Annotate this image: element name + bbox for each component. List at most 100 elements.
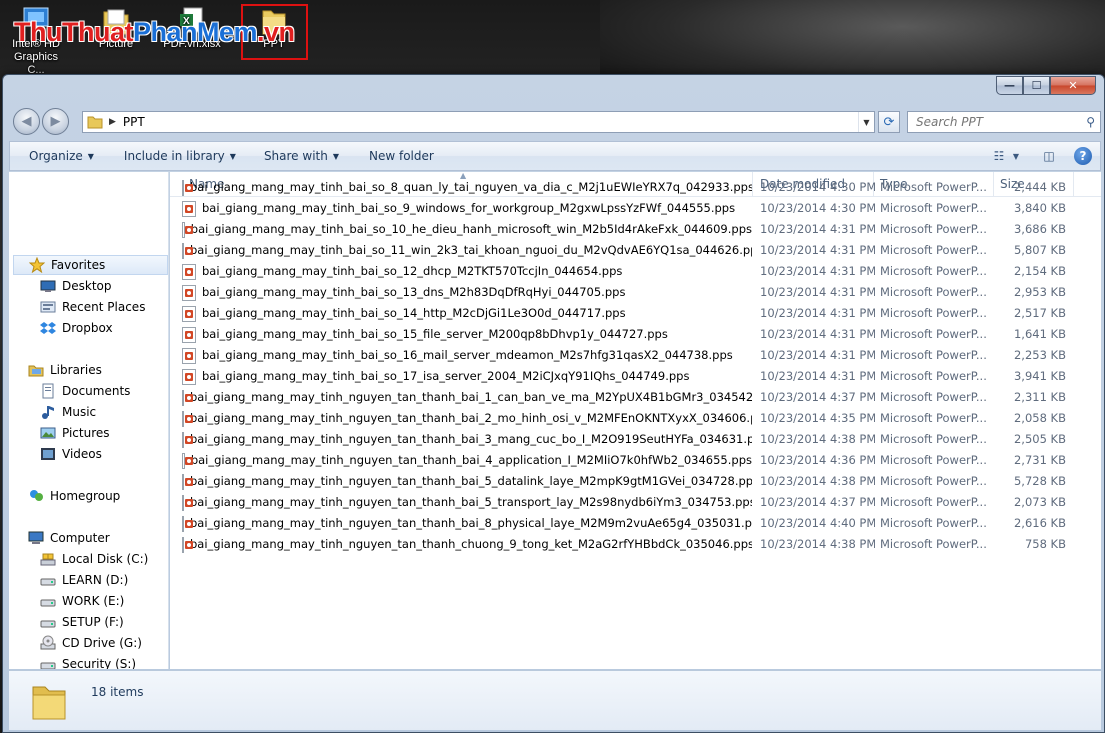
file-type: Microsoft PowerP... [880,408,990,429]
minimize-icon: — [1004,79,1015,92]
address-dropdown-button[interactable]: ▼ [858,112,874,132]
nav-drive-s[interactable]: Security (S:) [9,654,136,669]
file-size: 3,686 KB [998,219,1066,240]
file-type: Microsoft PowerP... [880,429,990,450]
nav-documents[interactable]: Documents [9,381,130,401]
nav-desktop[interactable]: Desktop [9,276,112,296]
file-row[interactable]: bai_giang_mang_may_tinh_nguyen_tan_thanh… [182,408,1082,429]
organize-button[interactable]: Organize▼ [29,149,94,163]
file-name-cell: bai_giang_mang_may_tinh_nguyen_tan_thanh… [182,408,752,429]
file-row[interactable]: bai_giang_mang_may_tinh_nguyen_tan_thanh… [182,534,1082,555]
file-row[interactable]: bai_giang_mang_may_tinh_nguyen_tan_thanh… [182,471,1082,492]
view-options-button[interactable]: ☷ [988,146,1010,166]
powerpoint-file-icon [182,432,184,448]
file-type: Microsoft PowerP... [880,345,990,366]
maximize-button[interactable]: ☐ [1023,76,1050,95]
documents-icon [40,383,56,399]
file-type: Microsoft PowerP... [880,282,990,303]
minimize-button[interactable]: — [996,76,1023,95]
file-date: 10/23/2014 4:30 PM [760,177,875,198]
breadcrumb-ppt[interactable]: PPT [123,115,145,129]
nav-drive-d[interactable]: LEARN (D:) [9,570,128,590]
powerpoint-file-icon [182,348,196,364]
nav-drive-e[interactable]: WORK (E:) [9,591,124,611]
nav-libraries[interactable]: Libraries [9,360,102,380]
file-row[interactable]: bai_giang_mang_may_tinh_nguyen_tan_thanh… [182,450,1082,471]
share-with-button[interactable]: Share with▼ [264,149,339,163]
file-row[interactable]: bai_giang_mang_may_tinh_bai_so_9_windows… [182,198,1082,219]
preview-pane-button[interactable]: ◫ [1038,146,1060,166]
view-dropdown-button[interactable]: ▼ [1010,146,1022,166]
share-with-label: Share with [264,149,328,163]
file-date: 10/23/2014 4:38 PM [760,534,875,555]
nav-pictures[interactable]: Pictures [9,423,110,443]
new-folder-button[interactable]: New folder [369,149,434,163]
nav-item-label: Computer [50,531,110,545]
close-button[interactable]: ✕ [1050,76,1096,95]
file-row[interactable]: bai_giang_mang_may_tinh_bai_so_16_mail_s… [182,345,1082,366]
nav-drive-f[interactable]: SETUP (F:) [9,612,124,632]
nav-computer[interactable]: Computer [9,528,110,548]
nav-item-label: WORK (E:) [62,594,124,608]
powerpoint-file-icon [182,243,184,259]
folder-icon [29,679,69,723]
nav-cd-drive-g[interactable]: CD Drive (G:) [9,633,142,653]
music-icon [40,404,56,420]
details-pane: 18 items [9,670,1101,730]
file-row[interactable]: bai_giang_mang_may_tinh_bai_so_8_quan_ly… [182,177,1082,198]
file-type: Microsoft PowerP... [880,450,990,471]
include-in-library-label: Include in library [124,149,225,163]
nav-item-label: Dropbox [62,321,113,335]
help-button[interactable]: ? [1072,146,1094,166]
file-name-cell: bai_giang_mang_may_tinh_nguyen_tan_thanh… [182,471,752,492]
file-row[interactable]: bai_giang_mang_may_tinh_nguyen_tan_thanh… [182,429,1082,450]
file-size: 2,154 KB [998,261,1066,282]
search-icon[interactable]: ⚲ [1086,115,1095,129]
file-name-cell: bai_giang_mang_may_tinh_nguyen_tan_thanh… [182,387,752,408]
file-row[interactable]: bai_giang_mang_may_tinh_nguyen_tan_thanh… [182,387,1082,408]
breadcrumb-separator-icon[interactable]: ▶ [109,117,116,127]
file-name-cell: bai_giang_mang_may_tinh_nguyen_tan_thanh… [182,450,752,471]
file-name-cell: bai_giang_mang_may_tinh_bai_so_8_quan_ly… [182,177,752,198]
powerpoint-file-icon [182,180,184,196]
chevron-down-icon: ▼ [863,118,869,127]
nav-videos[interactable]: Videos [9,444,102,464]
file-name-cell: bai_giang_mang_may_tinh_nguyen_tan_thanh… [182,513,752,534]
file-row[interactable]: bai_giang_mang_may_tinh_bai_so_17_isa_se… [182,366,1082,387]
nav-local-disk-c[interactable]: Local Disk (C:) [9,549,148,569]
file-row[interactable]: bai_giang_mang_may_tinh_nguyen_tan_thanh… [182,492,1082,513]
chevron-down-icon: ▼ [1013,152,1019,161]
address-bar[interactable]: ▶ PPT ▼ [82,111,875,133]
file-size: 2,517 KB [998,303,1066,324]
forward-button[interactable]: ▶ [42,108,69,135]
nav-favorites[interactable]: Favorites [13,255,168,275]
file-row[interactable]: bai_giang_mang_may_tinh_nguyen_tan_thanh… [182,513,1082,534]
file-row[interactable]: bai_giang_mang_may_tinh_bai_so_10_he_die… [182,219,1082,240]
file-row[interactable]: bai_giang_mang_may_tinh_bai_so_14_http_M… [182,303,1082,324]
file-row[interactable]: bai_giang_mang_may_tinh_bai_so_13_dns_M2… [182,282,1082,303]
refresh-button[interactable]: ⟳ [878,111,900,133]
file-name-cell: bai_giang_mang_may_tinh_bai_so_9_windows… [182,198,752,219]
file-type: Microsoft PowerP... [880,513,990,534]
file-row[interactable]: bai_giang_mang_may_tinh_bai_so_11_win_2k… [182,240,1082,261]
nav-music[interactable]: Music [9,402,96,422]
nav-item-label: Documents [62,384,130,398]
file-size: 2,731 KB [998,450,1066,471]
file-name: bai_giang_mang_may_tinh_bai_so_8_quan_ly… [190,177,752,198]
file-row[interactable]: bai_giang_mang_may_tinh_bai_so_12_dhcp_M… [182,261,1082,282]
back-button[interactable]: ◀ [13,108,40,135]
file-row[interactable]: bai_giang_mang_may_tinh_bai_so_15_file_s… [182,324,1082,345]
include-in-library-button[interactable]: Include in library▼ [124,149,236,163]
search-input[interactable] [916,115,1076,129]
pictures-icon [40,425,56,441]
drive-icon [40,593,56,609]
nav-homegroup[interactable]: Homegroup [9,486,120,506]
nav-item-label: Homegroup [50,489,120,503]
caption-buttons: — ☐ ✕ [996,76,1096,95]
nav-item-label: Pictures [62,426,110,440]
nav-dropbox[interactable]: Dropbox [9,318,113,338]
powerpoint-file-icon [182,201,196,217]
nav-item-label: Libraries [50,363,102,377]
file-size: 5,728 KB [998,471,1066,492]
nav-recent-places[interactable]: Recent Places [9,297,145,317]
